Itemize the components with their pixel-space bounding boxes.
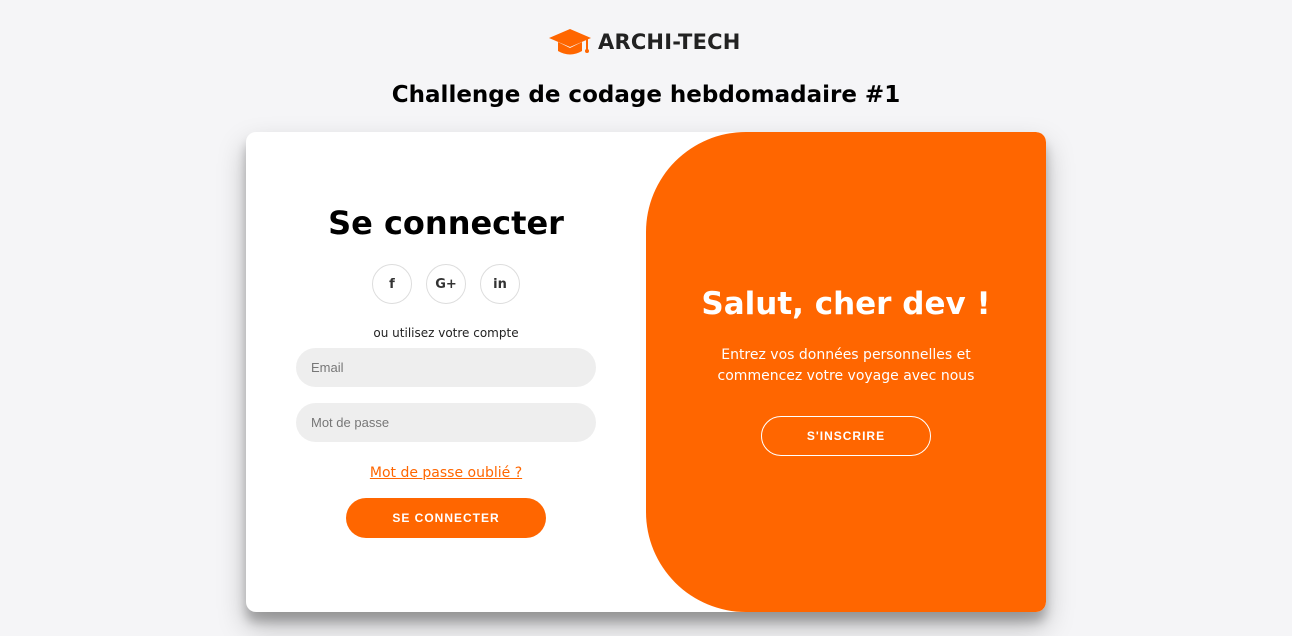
signup-button[interactable]: S'INSCRIRE: [761, 416, 931, 456]
facebook-button[interactable]: f: [372, 264, 412, 304]
google-plus-icon: G+: [435, 276, 457, 292]
brand-logo: ARCHI-TECH: [548, 26, 741, 58]
page-title: Challenge de codage hebdomadaire #1: [391, 82, 901, 108]
facebook-icon: f: [389, 276, 395, 292]
linkedin-icon: in: [493, 276, 507, 292]
email-field[interactable]: [296, 348, 596, 387]
login-button[interactable]: SE CONNECTER: [346, 498, 546, 538]
social-login-row: f G+ in: [372, 264, 520, 304]
graduation-cap-icon: [549, 29, 591, 55]
overlay-text: Entrez vos données personnelles et comme…: [717, 347, 975, 384]
login-panel: Se connecter f G+ in ou utilisez votre c…: [246, 132, 646, 612]
overlay-title: Salut, cher dev !: [701, 286, 991, 322]
login-title: Se connecter: [328, 204, 564, 242]
password-field[interactable]: [296, 403, 596, 442]
google-plus-button[interactable]: G+: [426, 264, 466, 304]
auth-card: Se connecter f G+ in ou utilisez votre c…: [246, 132, 1046, 612]
linkedin-button[interactable]: in: [480, 264, 520, 304]
signup-overlay: Salut, cher dev ! Entrez vos données per…: [646, 132, 1046, 612]
alt-login-text: ou utilisez votre compte: [373, 326, 519, 340]
brand-name: ARCHI-TECH: [598, 30, 741, 54]
forgot-password-link[interactable]: Mot de passe oublié ?: [246, 465, 646, 481]
